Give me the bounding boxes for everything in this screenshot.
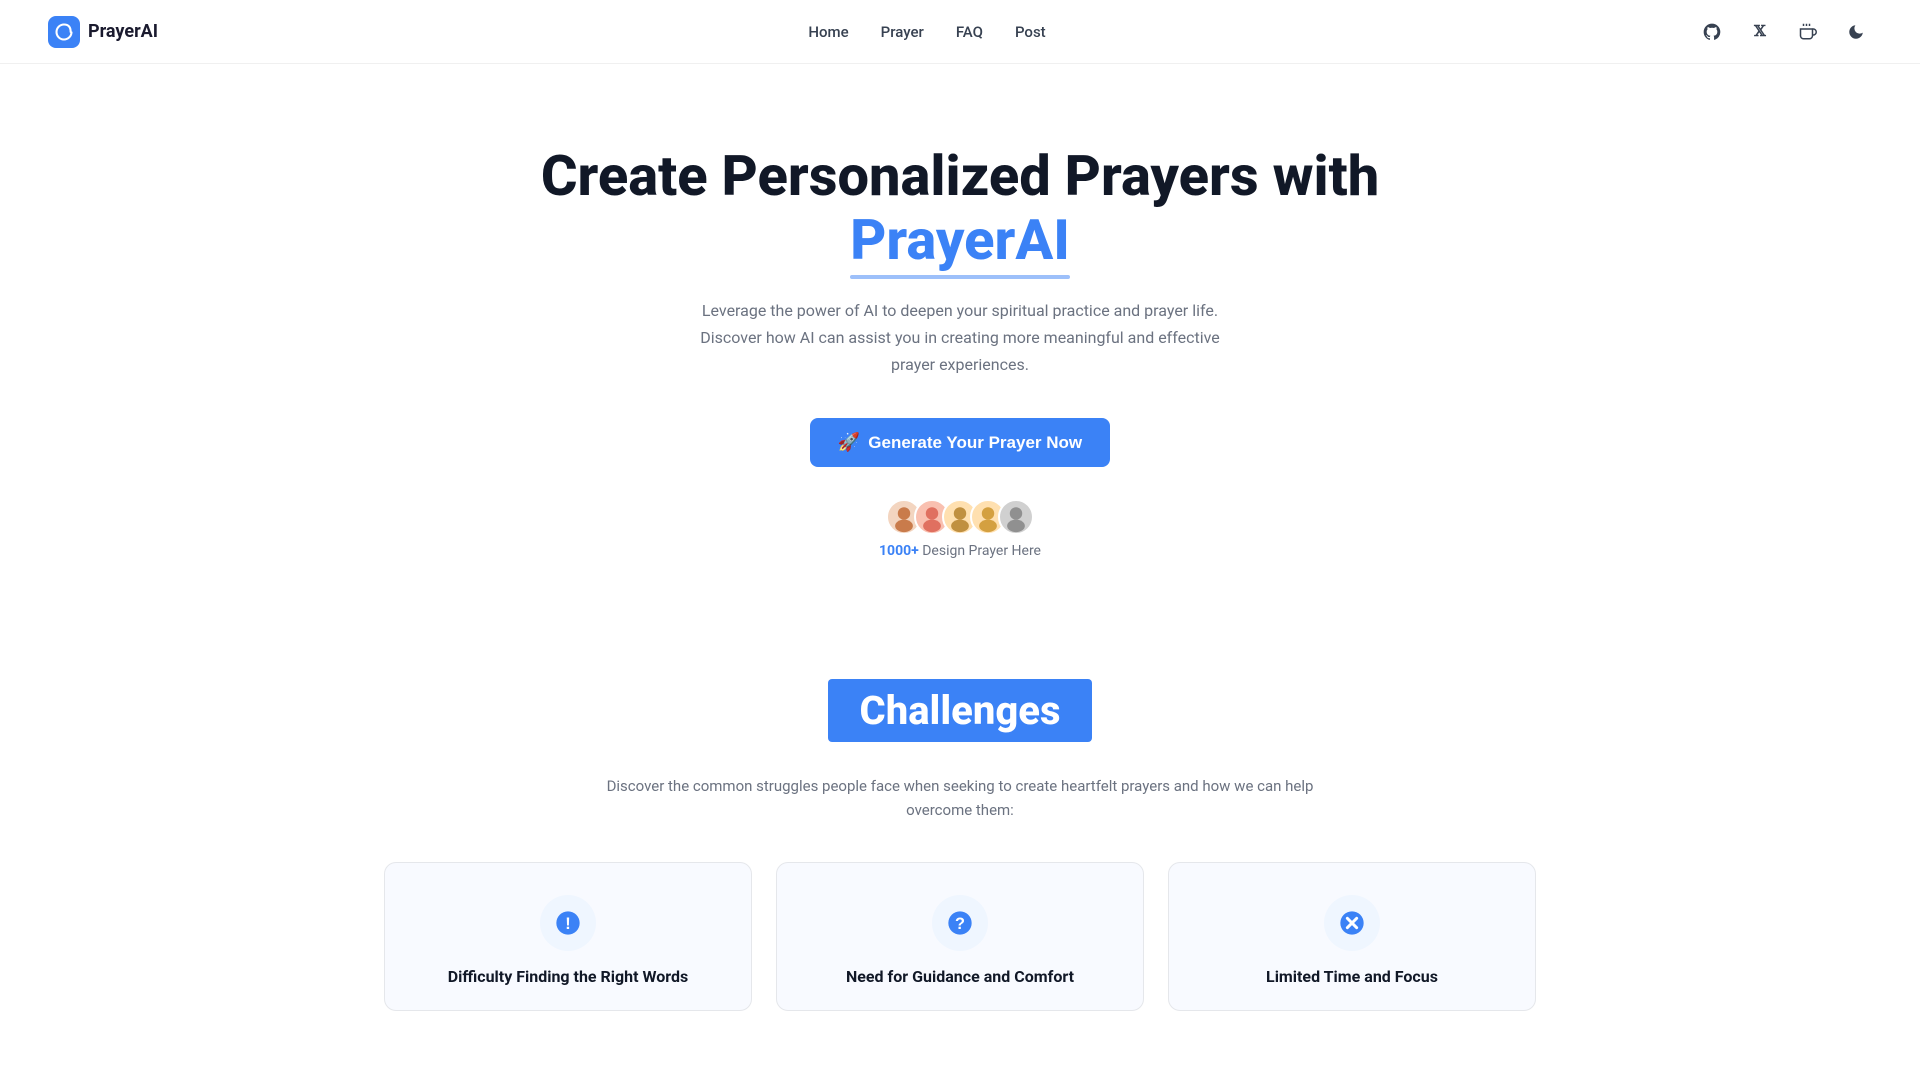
- x-twitter-icon[interactable]: 𝕏: [1744, 16, 1776, 48]
- challenges-subtitle: Discover the common struggles people fac…: [580, 774, 1340, 822]
- card-3-title: Limited Time and Focus: [1193, 967, 1511, 986]
- card-1-icon-circle: !: [540, 895, 596, 951]
- challenges-badge: Challenges: [828, 679, 1093, 742]
- nav-actions: 𝕏: [1696, 16, 1872, 48]
- svg-text:?: ?: [955, 915, 965, 933]
- logo-text: PrayerAI: [88, 21, 158, 42]
- hero-cta: 🚀 Generate Your Prayer Now: [24, 418, 1896, 467]
- cup-icon[interactable]: [1792, 16, 1824, 48]
- nav-faq[interactable]: FAQ: [956, 23, 983, 41]
- github-icon[interactable]: [1696, 16, 1728, 48]
- nav-home[interactable]: Home: [808, 23, 848, 41]
- generate-prayer-button[interactable]: 🚀 Generate Your Prayer Now: [810, 418, 1110, 467]
- challenge-card-1: ! Difficulty Finding the Right Words: [384, 862, 752, 1011]
- card-2-title: Need for Guidance and Comfort: [801, 967, 1119, 986]
- svg-text:!: !: [565, 915, 570, 933]
- navbar: PrayerAI Home Prayer FAQ Post 𝕏: [0, 0, 1920, 64]
- hero-section: Create Personalized Prayers with PrayerA…: [0, 64, 1920, 619]
- rocket-icon: 🚀: [838, 432, 860, 453]
- nav-links: Home Prayer FAQ Post: [808, 23, 1045, 41]
- social-suffix: Design Prayer Here: [919, 543, 1041, 559]
- card-1-title: Difficulty Finding the Right Words: [409, 967, 727, 986]
- hero-title: Create Personalized Prayers with PrayerA…: [24, 144, 1896, 273]
- social-count: 1000+: [879, 543, 919, 559]
- nav-post[interactable]: Post: [1015, 23, 1046, 41]
- hero-brand-name: PrayerAI: [850, 208, 1070, 272]
- logo[interactable]: PrayerAI: [48, 16, 158, 48]
- social-proof: 1000+ Design Prayer Here: [24, 499, 1896, 559]
- nav-prayer[interactable]: Prayer: [881, 23, 924, 41]
- hero-title-line1: Create Personalized Prayers with: [541, 143, 1379, 209]
- social-text: 1000+ Design Prayer Here: [879, 543, 1041, 559]
- logo-icon: [48, 16, 80, 48]
- cta-label: Generate Your Prayer Now: [868, 433, 1082, 453]
- avatar-5: [998, 499, 1034, 535]
- challenges-section: Challenges Discover the common struggles…: [0, 619, 1920, 1051]
- challenge-card-3: Limited Time and Focus: [1168, 862, 1536, 1011]
- dark-mode-icon[interactable]: [1840, 16, 1872, 48]
- avatars-group: [886, 499, 1034, 535]
- challenge-card-2: ? Need for Guidance and Comfort: [776, 862, 1144, 1011]
- card-2-icon-circle: ?: [932, 895, 988, 951]
- card-3-icon-circle: [1324, 895, 1380, 951]
- challenge-cards: ! Difficulty Finding the Right Words ? N…: [360, 862, 1560, 1011]
- hero-subtitle: Leverage the power of AI to deepen your …: [690, 297, 1230, 379]
